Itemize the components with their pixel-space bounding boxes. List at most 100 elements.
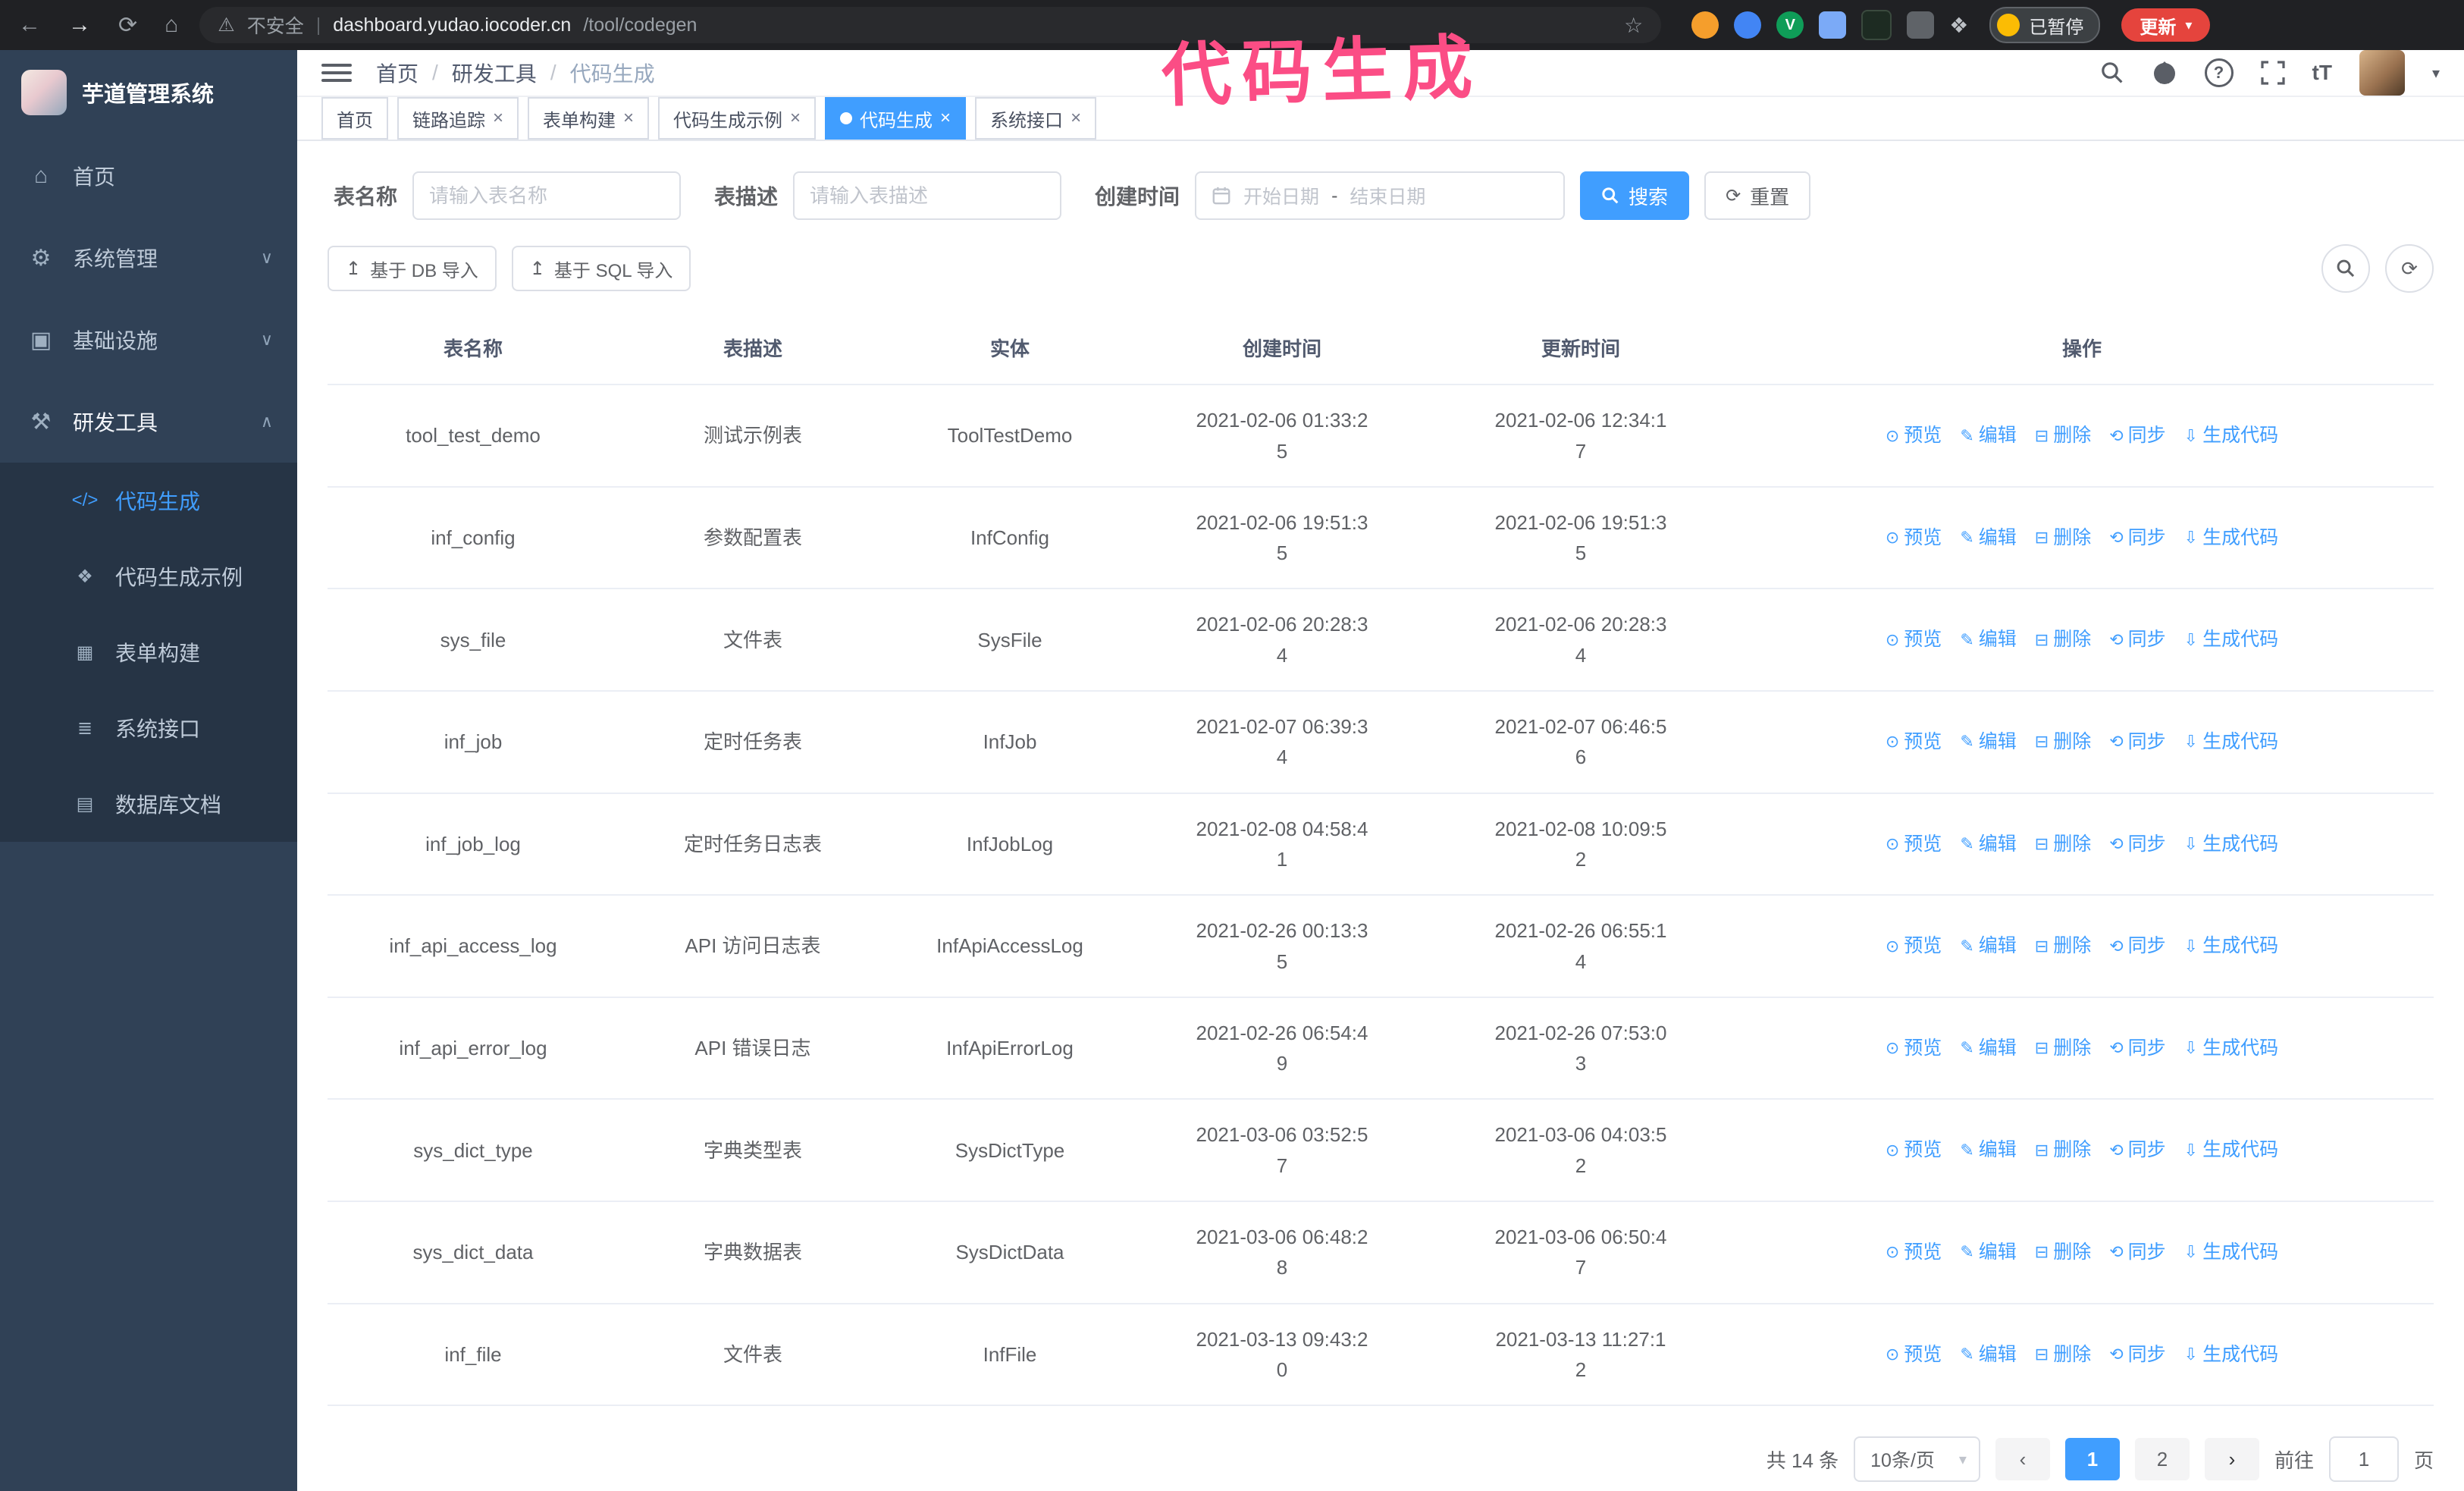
toggle-search-button[interactable] <box>2321 244 2370 293</box>
close-icon[interactable]: × <box>790 108 801 129</box>
edit-link[interactable]: ✎ 编辑 <box>1960 931 2016 961</box>
sidebar-item-infra[interactable]: ▣ 基础设施 ∨ <box>0 299 297 381</box>
generate-code-link[interactable]: ⇩ 生成代码 <box>2184 931 2278 961</box>
preview-link[interactable]: ⊙ 预览 <box>1886 1340 1942 1370</box>
extension-people-icon[interactable] <box>1819 11 1847 39</box>
profile-paused-badge[interactable]: 已暂停 <box>1989 7 2101 43</box>
close-icon[interactable]: × <box>493 108 503 129</box>
extension-leaf-icon[interactable] <box>1861 10 1892 40</box>
tab-system-api[interactable]: 系统接口 × <box>975 97 1097 140</box>
extension-gray-icon[interactable] <box>1907 11 1935 39</box>
user-menu-caret-icon[interactable]: ▾ <box>2432 64 2440 83</box>
help-icon[interactable]: ? <box>2204 58 2234 87</box>
tab-form-builder[interactable]: 表单构建 × <box>528 97 650 140</box>
preview-link[interactable]: ⊙ 预览 <box>1886 931 1942 961</box>
date-range-picker[interactable]: 开始日期 - 结束日期 <box>1195 171 1566 220</box>
page-button-1[interactable]: 1 <box>2064 1438 2120 1481</box>
sidebar-item-form-builder[interactable]: ▦ 表单构建 <box>0 614 297 690</box>
sync-link[interactable]: ⟲ 同步 <box>2109 421 2165 450</box>
goto-page-input[interactable] <box>2328 1436 2399 1483</box>
page-button-2[interactable]: 2 <box>2134 1438 2190 1481</box>
breadcrumb-item-devtools[interactable]: 研发工具 <box>452 58 537 88</box>
bookmark-star-icon[interactable]: ☆ <box>1624 13 1643 38</box>
sync-link[interactable]: ⟲ 同步 <box>2109 727 2165 757</box>
sidebar-item-codegen[interactable]: </> 代码生成 <box>0 463 297 538</box>
preview-link[interactable]: ⊙ 预览 <box>1886 625 1942 654</box>
close-icon[interactable]: × <box>1071 108 1081 129</box>
preview-link[interactable]: ⊙ 预览 <box>1886 1135 1942 1165</box>
prev-page-button[interactable]: ‹ <box>1995 1438 2050 1481</box>
delete-link[interactable]: ⊟ 删除 <box>2035 1135 2091 1165</box>
breadcrumb-item-home[interactable]: 首页 <box>376 58 419 88</box>
delete-link[interactable]: ⊟ 删除 <box>2035 625 2091 654</box>
next-page-button[interactable]: › <box>2204 1438 2259 1481</box>
search-button[interactable]: 搜索 <box>1580 171 1690 220</box>
edit-link[interactable]: ✎ 编辑 <box>1960 830 2016 859</box>
hamburger-icon[interactable] <box>321 64 352 82</box>
generate-code-link[interactable]: ⇩ 生成代码 <box>2184 1340 2278 1370</box>
back-icon[interactable]: ← <box>18 12 41 38</box>
sync-link[interactable]: ⟲ 同步 <box>2109 523 2165 553</box>
sidebar-item-home[interactable]: ⌂ 首页 <box>0 135 297 217</box>
sync-link[interactable]: ⟲ 同步 <box>2109 1340 2165 1370</box>
sync-link[interactable]: ⟲ 同步 <box>2109 625 2165 654</box>
preview-link[interactable]: ⊙ 预览 <box>1886 1238 1942 1267</box>
generate-code-link[interactable]: ⇩ 生成代码 <box>2184 1238 2278 1267</box>
generate-code-link[interactable]: ⇩ 生成代码 <box>2184 523 2278 553</box>
sync-link[interactable]: ⟲ 同步 <box>2109 1135 2165 1165</box>
edit-link[interactable]: ✎ 编辑 <box>1960 1135 2016 1165</box>
preview-link[interactable]: ⊙ 预览 <box>1886 1034 1942 1063</box>
fullscreen-icon[interactable] <box>2260 61 2285 85</box>
edit-link[interactable]: ✎ 编辑 <box>1960 1340 2016 1370</box>
sidebar-item-system[interactable]: ⚙ 系统管理 ∨ <box>0 217 297 299</box>
reload-icon[interactable]: ⟳ <box>118 12 137 39</box>
page-size-select[interactable]: 10条/页 ▾ <box>1854 1436 1980 1483</box>
sidebar-item-codegen-example[interactable]: ❖ 代码生成示例 <box>0 538 297 614</box>
delete-link[interactable]: ⊟ 删除 <box>2035 523 2091 553</box>
tab-tracing[interactable]: 链路追踪 × <box>397 97 519 140</box>
close-icon[interactable]: × <box>623 108 634 129</box>
tab-home[interactable]: 首页 <box>321 97 388 140</box>
generate-code-link[interactable]: ⇩ 生成代码 <box>2184 1135 2278 1165</box>
extension-green-icon[interactable]: V <box>1776 11 1804 39</box>
generate-code-link[interactable]: ⇩ 生成代码 <box>2184 830 2278 859</box>
sync-link[interactable]: ⟲ 同步 <box>2109 1238 2165 1267</box>
delete-link[interactable]: ⊟ 删除 <box>2035 1238 2091 1267</box>
browser-update-button[interactable]: 更新 ▾ <box>2121 8 2211 42</box>
delete-link[interactable]: ⊟ 删除 <box>2035 1034 2091 1063</box>
close-icon[interactable]: × <box>940 108 951 129</box>
generate-code-link[interactable]: ⇩ 生成代码 <box>2184 727 2278 757</box>
sidebar-item-system-api[interactable]: ≣ 系统接口 <box>0 690 297 766</box>
delete-link[interactable]: ⊟ 删除 <box>2035 830 2091 859</box>
generate-code-link[interactable]: ⇩ 生成代码 <box>2184 625 2278 654</box>
edit-link[interactable]: ✎ 编辑 <box>1960 727 2016 757</box>
edit-link[interactable]: ✎ 编辑 <box>1960 523 2016 553</box>
delete-link[interactable]: ⊟ 删除 <box>2035 421 2091 450</box>
edit-link[interactable]: ✎ 编辑 <box>1960 421 2016 450</box>
table-desc-input[interactable] <box>793 171 1062 220</box>
tab-codegen-example[interactable]: 代码生成示例 × <box>658 97 817 140</box>
import-sql-button[interactable]: ↥ 基于 SQL 导入 <box>511 246 691 291</box>
sync-link[interactable]: ⟲ 同步 <box>2109 1034 2165 1063</box>
table-name-input[interactable] <box>412 171 682 220</box>
preview-link[interactable]: ⊙ 预览 <box>1886 727 1942 757</box>
sync-link[interactable]: ⟲ 同步 <box>2109 931 2165 961</box>
edit-link[interactable]: ✎ 编辑 <box>1960 1238 2016 1267</box>
extensions-puzzle-icon[interactable]: ❖ <box>1949 13 1968 38</box>
delete-link[interactable]: ⊟ 删除 <box>2035 931 2091 961</box>
extension-blue-icon[interactable] <box>1734 11 1762 39</box>
sidebar-item-db-doc[interactable]: ▤ 数据库文档 <box>0 766 297 842</box>
user-avatar[interactable] <box>2359 50 2405 96</box>
search-icon[interactable] <box>2100 61 2124 85</box>
forward-icon[interactable]: → <box>68 12 91 38</box>
extension-orange-icon[interactable] <box>1691 11 1719 39</box>
logo[interactable]: 芋道管理系统 <box>0 50 297 135</box>
refresh-table-button[interactable]: ⟳ <box>2385 244 2434 293</box>
sync-link[interactable]: ⟲ 同步 <box>2109 830 2165 859</box>
sidebar-item-devtools[interactable]: ⚒ 研发工具 ∧ <box>0 381 297 463</box>
delete-link[interactable]: ⊟ 删除 <box>2035 727 2091 757</box>
font-size-icon[interactable]: tT <box>2312 61 2332 85</box>
tab-codegen[interactable]: 代码生成 × <box>825 97 967 140</box>
edit-link[interactable]: ✎ 编辑 <box>1960 1034 2016 1063</box>
github-icon[interactable] <box>2152 60 2177 86</box>
